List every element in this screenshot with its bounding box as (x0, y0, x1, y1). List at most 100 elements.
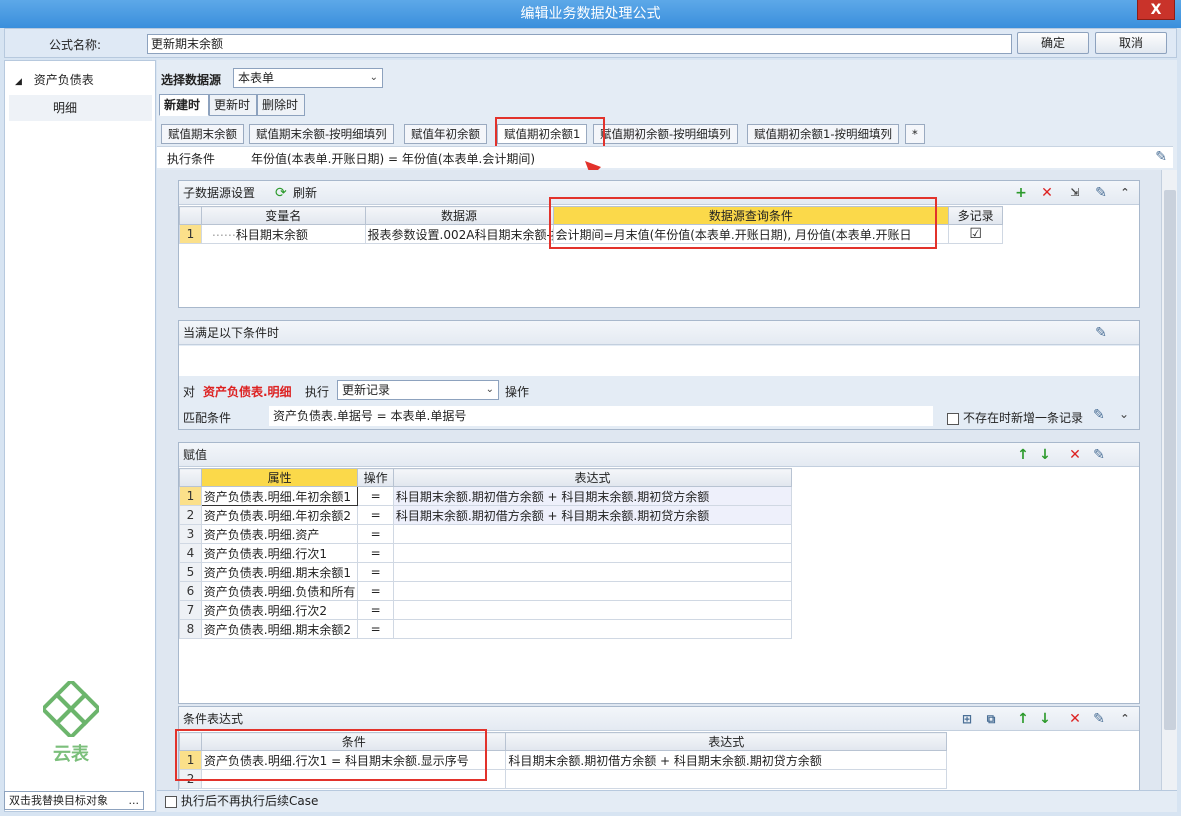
stop-after-checkbox[interactable]: 执行后不再执行后续Case (165, 794, 318, 808)
collapse-icon[interactable]: ⌃ (1117, 185, 1133, 201)
col-header-multi[interactable]: 多记录 (948, 206, 1003, 225)
insert-row-icon[interactable]: ⊞ (959, 711, 975, 727)
col-header-attr[interactable]: 属性 (200, 468, 359, 487)
move-icon[interactable]: ⇲ (1067, 185, 1083, 201)
delete-icon[interactable]: ✕ (1039, 185, 1055, 201)
arrow-up-icon[interactable]: ↑ (1015, 711, 1031, 727)
cell-multi[interactable]: ☑ (948, 224, 1003, 244)
highlight-box-cond-expr (175, 729, 487, 781)
col-header-expr[interactable]: 表达式 (392, 468, 793, 487)
arrow-up-icon[interactable]: ↑ (1015, 447, 1031, 463)
cell-op[interactable]: = (357, 600, 394, 620)
edit-icon[interactable]: ✎ (1093, 407, 1105, 423)
vertical-scrollbar[interactable] (1161, 170, 1177, 810)
replace-target-more[interactable]: ... (129, 792, 140, 809)
edit-icon[interactable]: ✎ (1091, 447, 1107, 463)
cell-expr[interactable] (392, 543, 793, 563)
table-row[interactable]: 6 资产负债表.明细.负债和所有 = (179, 581, 793, 601)
scrollbar-thumb[interactable] (1164, 190, 1176, 730)
tab-on-create[interactable]: 新建时 (159, 94, 209, 116)
edit-icon[interactable]: ✎ (1155, 149, 1167, 165)
checkbox-icon[interactable] (947, 412, 959, 425)
exec-condition-value[interactable]: 年份值(本表单.开账日期) = 年份值(本表单.会计期间) (251, 150, 535, 167)
cell-expr[interactable]: 科目期末余额.期初借方余额 + 科目期末余额.期初贷方余额 (392, 505, 793, 525)
match-condition-field[interactable]: 资产负债表.单据号 = 本表单.单据号 (269, 406, 933, 426)
formula-tab-1[interactable]: 赋值期末余额 (161, 124, 244, 144)
cell-attr[interactable]: 资产负债表.明细.年初余额2 (200, 505, 359, 525)
cell-attr[interactable]: 资产负债表.明细.负债和所有 (200, 581, 359, 601)
cell-op[interactable]: = (357, 524, 394, 544)
refresh-icon[interactable]: ⟳ (275, 181, 287, 205)
cell-source[interactable]: 报表参数设置.002A科目期末余额-按 (364, 224, 554, 244)
cell-expr[interactable] (392, 619, 793, 639)
cell-attr[interactable]: 资产负债表.明细.资产 (200, 524, 359, 544)
formula-tab-2[interactable]: 赋值期末余额-按明细填列 (249, 124, 394, 144)
cell-op[interactable]: = (357, 581, 394, 601)
table-row[interactable]: 8 资产负债表.明细.期末余额2 = (179, 619, 793, 639)
action-select[interactable]: 更新记录 ⌄ (337, 380, 499, 400)
arrow-down-icon[interactable]: ↓ (1037, 447, 1053, 463)
close-button[interactable]: X (1137, 0, 1175, 20)
cell-var[interactable]: ⋯⋯科目期末余额 (200, 224, 366, 244)
cell-attr[interactable]: 资产负债表.明细.期末余额1 (200, 562, 359, 582)
row-number: 2 (179, 505, 202, 525)
tab-on-update[interactable]: 更新时 (209, 94, 257, 116)
collapse-icon[interactable]: ⌃ (1117, 711, 1133, 727)
exec-condition-label: 执行条件 (167, 152, 216, 166)
cell-attr[interactable]: 资产负债表.明细.行次2 (200, 600, 359, 620)
tree-node-root[interactable]: ◢ 资产负债表 (15, 71, 94, 88)
refresh-label[interactable]: 刷新 (293, 181, 317, 205)
cell-op[interactable]: = (357, 619, 394, 639)
cell-op[interactable]: = (357, 486, 394, 506)
cell-attr[interactable]: 资产负债表.明细.行次1 (200, 543, 359, 563)
cell-expr[interactable] (392, 600, 793, 620)
cell-expr[interactable]: 科目期末余额.期初借方余额 + 科目期末余额.期初贷方余额 (392, 486, 793, 506)
expand-icon[interactable]: ⌄ (1119, 407, 1129, 421)
cancel-button[interactable]: 取消 (1095, 32, 1167, 54)
condition-area[interactable] (179, 346, 1139, 376)
copy-row-icon[interactable]: ⧉ (983, 711, 999, 727)
formula-name-input[interactable]: 更新期末余额 (147, 34, 1012, 54)
edit-icon[interactable]: ✎ (1091, 711, 1107, 727)
delete-icon[interactable]: ✕ (1067, 447, 1083, 463)
arrow-down-icon[interactable]: ↓ (1037, 711, 1053, 727)
target-object[interactable]: 资产负债表.明细 (203, 383, 292, 400)
tree-node-child[interactable]: 明细 (9, 95, 152, 121)
cell-expr[interactable] (392, 562, 793, 582)
col-header-expr[interactable]: 表达式 (505, 732, 947, 751)
replace-target-field[interactable]: 双击我替换目标对象 ... (4, 791, 144, 810)
cell-op[interactable]: = (357, 562, 394, 582)
edit-icon[interactable]: ✎ (1093, 325, 1109, 341)
cell-expr[interactable]: 科目期末余额.期初借方余额 + 科目期末余额.期初贷方余额 (505, 750, 947, 770)
not-exist-checkbox[interactable]: 不存在时新增一条记录 (947, 409, 1083, 426)
col-header-op[interactable]: 操作 (357, 468, 394, 487)
table-row[interactable]: 3 资产负债表.明细.资产 = (179, 524, 793, 544)
formula-tab-add[interactable]: * (905, 124, 925, 144)
formula-tab-3[interactable]: 赋值年初余额 (404, 124, 487, 144)
table-row[interactable]: 2 资产负债表.明细.年初余额2 = 科目期末余额.期初借方余额 + 科目期末余… (179, 505, 793, 525)
collapse-triangle-icon[interactable]: ◢ (15, 77, 22, 87)
cell-op[interactable]: = (357, 505, 394, 525)
cell-expr[interactable] (505, 769, 947, 789)
cell-attr[interactable]: 资产负债表.明细.期末余额2 (200, 619, 359, 639)
datasource-select[interactable]: 本表单 ⌄ (233, 68, 383, 88)
cell-expr[interactable] (392, 524, 793, 544)
formula-tab-5[interactable]: 赋值期初余额-按明细填列 (593, 124, 738, 144)
col-header-source[interactable]: 数据源 (364, 206, 554, 225)
table-row[interactable]: 7 资产负债表.明细.行次2 = (179, 600, 793, 620)
cell-expr[interactable] (392, 581, 793, 601)
cell-op[interactable]: = (357, 543, 394, 563)
cell-attr[interactable]: 资产负债表.明细.年初余额1 (200, 486, 359, 506)
edit-icon[interactable]: ✎ (1093, 185, 1109, 201)
table-row[interactable]: 5 资产负债表.明细.期末余额1 = (179, 562, 793, 582)
formula-tab-6[interactable]: 赋值期初余额1-按明细填列 (747, 124, 899, 144)
add-icon[interactable]: + (1013, 185, 1029, 201)
table-row[interactable]: 4 资产负债表.明细.行次1 = (179, 543, 793, 563)
delete-icon[interactable]: ✕ (1067, 711, 1083, 727)
sub-datasource-title: 子数据源设置 (183, 186, 256, 200)
checkbox-icon[interactable] (165, 795, 177, 808)
ok-button[interactable]: 确定 (1017, 32, 1089, 54)
tab-on-delete[interactable]: 删除时 (257, 94, 305, 116)
col-header-var[interactable]: 变量名 (200, 206, 366, 225)
table-row[interactable]: 1 资产负债表.明细.年初余额1 = 科目期末余额.期初借方余额 + 科目期末余… (179, 486, 793, 506)
